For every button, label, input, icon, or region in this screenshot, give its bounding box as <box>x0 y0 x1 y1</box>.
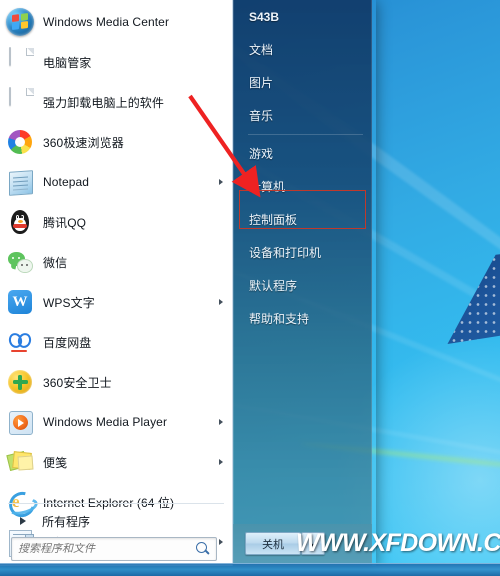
windows-media-player-icon <box>6 408 34 436</box>
search-input[interactable] <box>12 543 193 555</box>
places-item[interactable]: 音乐 <box>234 99 373 132</box>
program-list-item-label: 强力卸载电脑上的软件 <box>43 95 165 110</box>
places-item-label: 默认程序 <box>249 279 298 293</box>
program-list-item-label: 便笺 <box>43 455 68 470</box>
submenu-arrow-icon <box>219 179 223 185</box>
chevron-right-icon <box>20 517 26 525</box>
program-list-item[interactable]: 电脑管家 <box>0 42 232 82</box>
places-item[interactable]: 游戏 <box>234 137 373 170</box>
places-item-label: 计算机 <box>249 180 286 194</box>
places-item[interactable]: 图片 <box>234 66 373 99</box>
start-menu-right-panel: S43B 文档图片音乐游戏计算机控制面板设备和打印机 默认程序帮助和支持 <box>233 0 372 566</box>
places-item-label: 设备和打印机 <box>249 246 322 260</box>
shutdown-label: 关机 <box>262 538 284 551</box>
360-chrome-browser-icon <box>6 128 34 156</box>
wechat-icon <box>6 248 34 276</box>
search-box[interactable] <box>11 537 217 561</box>
places-item-label: 游戏 <box>249 147 274 161</box>
program-list-item[interactable]: 微信 <box>0 242 232 282</box>
document-icon <box>6 87 34 116</box>
all-programs-button[interactable]: 所有程序 <box>0 506 232 536</box>
360-safe-guard-icon <box>6 368 34 396</box>
search-icon <box>193 539 213 559</box>
submenu-arrow-icon <box>219 459 223 465</box>
places-item-label: S43B <box>249 9 280 24</box>
notepad-icon <box>6 168 34 196</box>
places-item-control-panel[interactable]: 控制面板 <box>234 203 373 236</box>
windows-logo-dots <box>447 252 500 344</box>
program-list-item-label: Windows Media Center <box>43 15 170 29</box>
tencent-qq-icon <box>6 208 34 236</box>
program-list-item[interactable]: 360安全卫士 <box>0 362 232 402</box>
program-list-item[interactable]: 强力卸载电脑上的软件 <box>0 82 232 122</box>
program-list-item[interactable]: Notepad <box>0 162 232 202</box>
places-item[interactable]: 默认程序 <box>234 269 373 302</box>
program-list-item-label: 360安全卫士 <box>43 375 112 390</box>
program-list-item[interactable]: 360极速浏览器 <box>0 122 232 162</box>
sticky-notes-icon <box>6 448 34 476</box>
places-list: S43B 文档图片音乐游戏计算机控制面板设备和打印机 默认程序帮助和支持 <box>234 0 373 335</box>
program-list-item[interactable]: W WPS文字 <box>0 282 232 322</box>
program-list-item-label: 百度网盘 <box>43 335 92 350</box>
program-list-item[interactable]: 腾讯QQ <box>0 202 232 242</box>
program-list-item-label: 微信 <box>43 255 68 270</box>
places-item-label: 图片 <box>249 76 274 90</box>
places-item[interactable]: S43B <box>234 0 373 33</box>
watermark: WWW.XFDOWN.COM <box>296 529 500 557</box>
places-item-label: 控制面板 <box>249 213 298 227</box>
document-icon <box>6 47 34 76</box>
divider <box>248 134 363 135</box>
submenu-arrow-icon <box>219 419 223 425</box>
shutdown-button[interactable]: 关机 <box>245 532 301 555</box>
program-list-item[interactable]: Windows Media Player <box>0 402 232 442</box>
program-list-item[interactable]: 便笺 <box>0 442 232 482</box>
program-list: Windows Media Center 电脑管家强力卸载电脑上的软件 360极速浏… <box>0 0 232 557</box>
places-item[interactable]: 设备和打印机 <box>234 236 373 269</box>
baidu-netdisk-icon <box>6 328 34 356</box>
places-item-label: 音乐 <box>249 109 274 123</box>
program-list-item-label: 360极速浏览器 <box>43 135 124 150</box>
program-list-item[interactable]: 百度网盘 <box>0 322 232 362</box>
screen: Windows Media Center 电脑管家强力卸载电脑上的软件 360极速浏… <box>0 0 500 576</box>
submenu-arrow-icon <box>219 299 223 305</box>
all-programs-label: 所有程序 <box>42 514 91 529</box>
places-item-label: 帮助和支持 <box>249 312 310 326</box>
start-menu-left-panel: Windows Media Center 电脑管家强力卸载电脑上的软件 360极速浏… <box>0 0 233 566</box>
program-list-item-label: 腾讯QQ <box>43 215 87 230</box>
taskbar[interactable] <box>0 563 500 576</box>
start-menu: Windows Media Center 电脑管家强力卸载电脑上的软件 360极速浏… <box>0 0 376 566</box>
program-list-item-label: 电脑管家 <box>43 55 92 70</box>
places-item[interactable]: 帮助和支持 <box>234 302 373 335</box>
wps-writer-icon: W <box>6 288 34 316</box>
submenu-arrow-icon <box>219 539 223 545</box>
program-list-item-label: Notepad <box>43 175 90 189</box>
program-list-item-label: WPS文字 <box>43 295 95 310</box>
places-item[interactable]: 计算机 <box>234 170 373 203</box>
divider <box>8 503 224 504</box>
places-item-label: 文档 <box>249 43 274 57</box>
windows-media-center-icon <box>6 8 34 36</box>
places-item[interactable]: 文档 <box>234 33 373 66</box>
program-list-item[interactable]: Windows Media Center <box>0 2 232 42</box>
program-list-item-label: Windows Media Player <box>43 415 168 429</box>
